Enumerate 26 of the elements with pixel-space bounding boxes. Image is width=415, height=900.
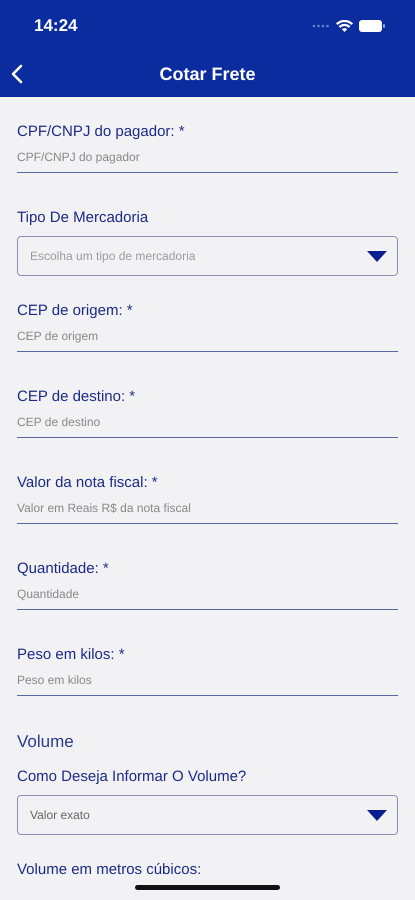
input-field[interactable]: CPF/CNPJ do pagador <box>17 148 398 173</box>
dropdown-arrow-icon <box>367 250 387 262</box>
field-label: Volume em metros cúbicos: <box>17 860 202 880</box>
field-label: Peso em kilos: * <box>17 645 126 665</box>
section-heading: Volume <box>17 731 75 753</box>
status-time: 14:24 <box>34 16 78 36</box>
dropdown-field[interactable]: Escolha um tipo de mercadoria <box>17 236 398 276</box>
input-field[interactable]: CEP de origem <box>17 327 398 352</box>
field-label: CEP de destino: * <box>17 387 136 407</box>
field-label: CPF/CNPJ do pagador: * <box>17 122 186 142</box>
dropdown-arrow-icon <box>367 810 387 820</box>
signal-icon <box>312 24 330 28</box>
battery-icon <box>359 20 385 32</box>
dropdown-field[interactable]: Valor exato <box>17 795 398 835</box>
input-field[interactable]: Valor em Reais R$ da nota fiscal <box>17 499 398 524</box>
back-icon[interactable] <box>11 64 23 84</box>
input-field[interactable]: Quantidade <box>17 585 398 610</box>
input-field[interactable]: CEP de destino <box>17 413 398 438</box>
field-label: Tipo De Mercadoria <box>17 208 150 228</box>
field-label: Valor da nota fiscal: * <box>17 473 159 493</box>
wifi-icon <box>336 20 353 32</box>
screen-title: Cotar Frete <box>159 64 256 85</box>
field-label: CEP de origem: * <box>17 301 134 321</box>
field-label: Quantidade: * <box>17 559 110 579</box>
input-field[interactable]: Peso em kilos <box>17 671 398 696</box>
field-label: Como Deseja Informar O Volume? <box>17 767 248 787</box>
